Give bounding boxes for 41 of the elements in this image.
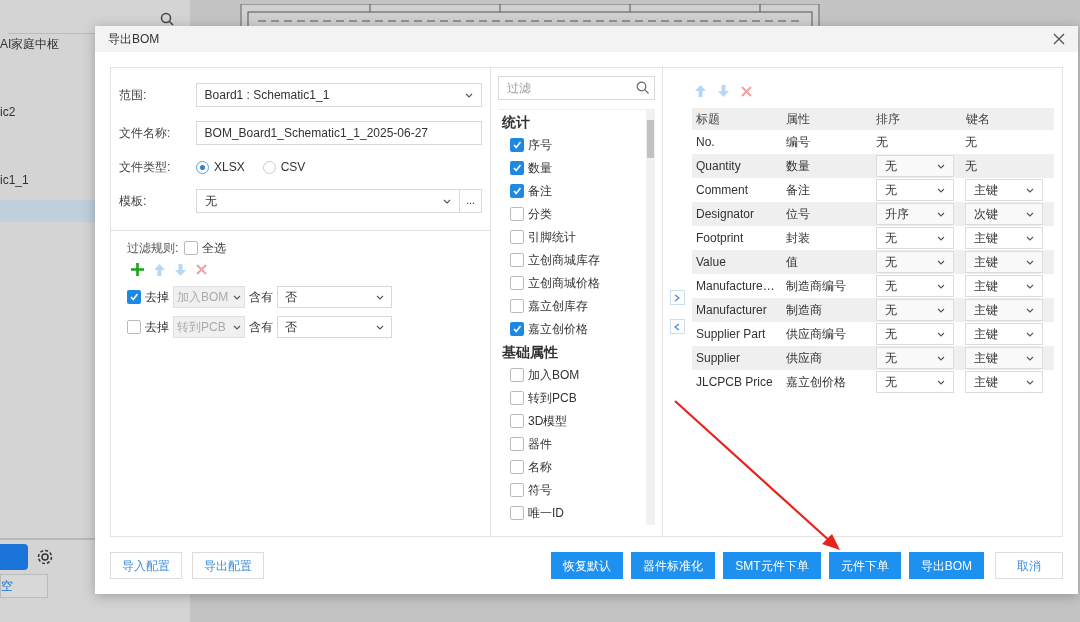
table-cell-text: 嘉立创价格 — [786, 374, 847, 391]
filter-rules-label: 过滤规则: — [127, 240, 179, 257]
table-cell-text: 供应商 — [786, 350, 823, 367]
table-cell-text: 数量 — [786, 158, 811, 175]
field-label: 模板: — [119, 193, 148, 210]
table-cell-text: 无 — [876, 134, 889, 151]
rule-action: 去掉 — [145, 319, 169, 336]
table-cell-text: Value — [696, 254, 727, 271]
group-heading: 基础属性 — [502, 343, 559, 362]
rule-action: 去掉 — [145, 289, 169, 306]
table-cell-text: 封装 — [786, 230, 811, 247]
dialog-title: 导出BOM — [108, 31, 160, 48]
table-cell-text: 无 — [965, 158, 978, 175]
table-cell-text: Manufacturer — [696, 302, 768, 319]
table-cell-text: 位号 — [786, 206, 811, 223]
field-label: 文件类型: — [119, 159, 172, 176]
rule-operator: 含有 — [249, 289, 273, 306]
group-heading: 统计 — [502, 113, 531, 132]
column-header: 键名 — [966, 111, 991, 128]
table-cell-text: 备注 — [786, 182, 811, 199]
column-header: 标题 — [696, 111, 721, 128]
field-label: 文件名称: — [119, 125, 172, 142]
table-cell-text: 供应商编号 — [786, 326, 847, 343]
table-cell-text: 制造商编号 — [786, 278, 847, 295]
table-cell-text: Comment — [696, 182, 749, 199]
table-cell-text: Quantity — [696, 158, 742, 175]
table-cell-text: Supplier Part — [696, 326, 767, 343]
table-cell-text: 制造商 — [786, 302, 823, 319]
table-cell-text: 无 — [965, 134, 978, 151]
table-cell-text: Footprint — [696, 230, 745, 247]
table-cell-text: No. — [696, 134, 716, 151]
column-header: 属性 — [786, 111, 811, 128]
table-cell-text: Designator — [696, 206, 756, 223]
table-cell-text: 值 — [786, 254, 799, 271]
table-cell-text: 编号 — [786, 134, 811, 151]
table-cell-text: Manufacture… — [696, 278, 776, 295]
field-label: 范围: — [119, 87, 148, 104]
rule-operator: 含有 — [249, 319, 273, 336]
table-cell-text: Supplier — [696, 350, 742, 367]
column-header: 排序 — [876, 111, 901, 128]
table-cell-text: JLCPCB Price — [696, 374, 774, 391]
